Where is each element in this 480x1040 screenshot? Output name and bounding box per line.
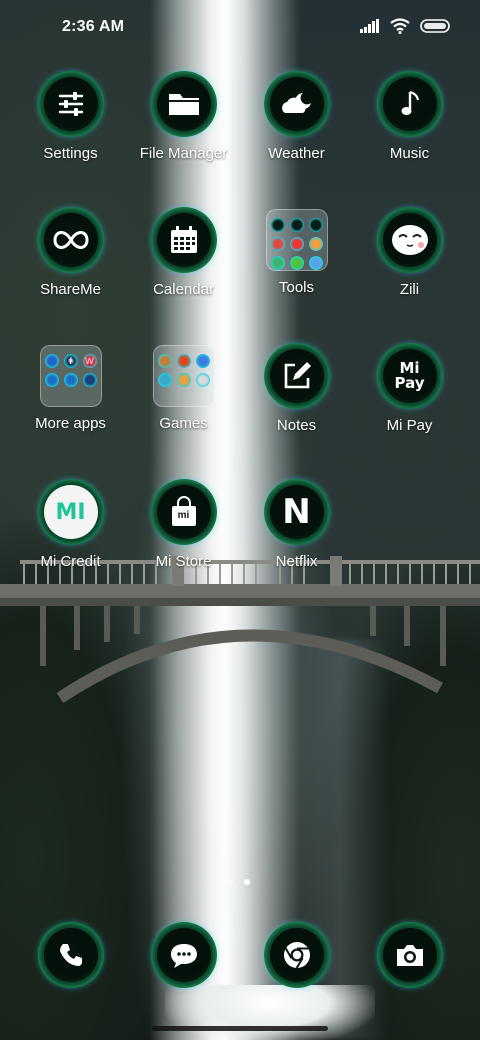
folder-preview [265, 209, 328, 271]
battery-icon [420, 19, 450, 33]
app-music[interactable]: Music [353, 71, 466, 162]
app-zili[interactable]: Zili [353, 207, 466, 298]
app-mi-credit[interactable]: MI Mi Credit [14, 479, 127, 570]
app-mi-store[interactable]: mi Mi Store [127, 479, 240, 570]
status-bar: 2:36 AM [0, 0, 480, 56]
phone-icon [59, 944, 82, 966]
app-label: Games [159, 415, 208, 432]
page-dot-active[interactable] [244, 879, 250, 885]
app-label: Zili [399, 281, 420, 298]
app-label: File Manager [139, 145, 228, 162]
app-label: Music [389, 145, 430, 162]
shopping-bag-icon: mi [169, 496, 199, 528]
face-icon [391, 225, 428, 255]
app-label: Mi Pay [386, 417, 433, 434]
app-mi-pay[interactable]: Mi Pay Mi Pay [353, 343, 466, 434]
chrome-icon [283, 942, 310, 969]
bridge-wallpaper [0, 556, 480, 703]
app-notes[interactable]: Notes [240, 343, 353, 434]
netflix-icon: N [282, 492, 311, 532]
app-label: Mi Store [155, 553, 212, 570]
folder-icon [168, 94, 199, 115]
page-dot[interactable] [228, 879, 234, 885]
app-label: More apps [35, 415, 106, 432]
dock-chrome[interactable] [240, 922, 353, 988]
app-file-manager[interactable]: File Manager [127, 71, 240, 162]
wifi-icon [390, 18, 410, 34]
dock-camera[interactable] [353, 922, 466, 988]
folder-preview [152, 345, 215, 407]
edit-note-icon [284, 362, 311, 389]
folder-more-apps[interactable]: f W More apps [14, 343, 127, 432]
app-settings[interactable]: Settings [14, 71, 127, 162]
app-shareme[interactable]: ShareMe [14, 207, 127, 298]
camera-icon [396, 945, 423, 966]
messages-icon [170, 944, 197, 968]
app-label: Settings [43, 145, 98, 162]
mi-pay-icon: Mi Pay [394, 359, 425, 392]
dock-phone[interactable] [14, 922, 127, 988]
infinity-icon [52, 231, 89, 249]
music-note-icon [401, 91, 419, 115]
app-label: Notes [276, 417, 317, 434]
app-label: ShareMe [40, 281, 101, 298]
folder-tools[interactable]: Tools [240, 207, 353, 296]
cloud-moon-icon [281, 93, 311, 113]
mi-credit-icon: MI [55, 499, 86, 525]
app-weather[interactable]: Weather [240, 71, 353, 162]
cellular-signal-icon [360, 19, 379, 33]
app-label: Calendar [153, 281, 214, 298]
app-netflix[interactable]: N Netflix [240, 479, 353, 570]
status-time: 2:36 AM [62, 18, 125, 35]
calendar-icon [170, 226, 197, 253]
dock-messages[interactable] [127, 922, 240, 988]
app-label: Netflix [275, 553, 318, 570]
app-calendar[interactable]: Calendar [127, 207, 240, 298]
folder-games[interactable]: Games [127, 343, 240, 432]
app-label: Tools [278, 279, 315, 296]
app-label: Mi Credit [40, 553, 101, 570]
folder-preview: f W [39, 345, 102, 407]
page-indicator [228, 879, 250, 885]
home-gesture-bar[interactable] [152, 1026, 328, 1031]
app-label: Weather [268, 145, 325, 162]
sliders-icon [58, 92, 83, 116]
